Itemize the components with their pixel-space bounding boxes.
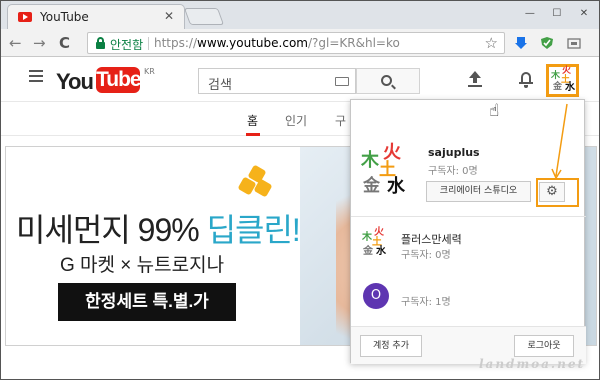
- screenshot-frame: YouTube ✕ — ☐ ✕ ← → C 안전함 https://www.yo…: [0, 0, 600, 380]
- hand-cursor-icon: ☝: [489, 101, 500, 121]
- gear-highlight-box: [536, 178, 579, 207]
- watermark: landmoa.net: [479, 357, 586, 371]
- annotation-arrow: [551, 103, 568, 180]
